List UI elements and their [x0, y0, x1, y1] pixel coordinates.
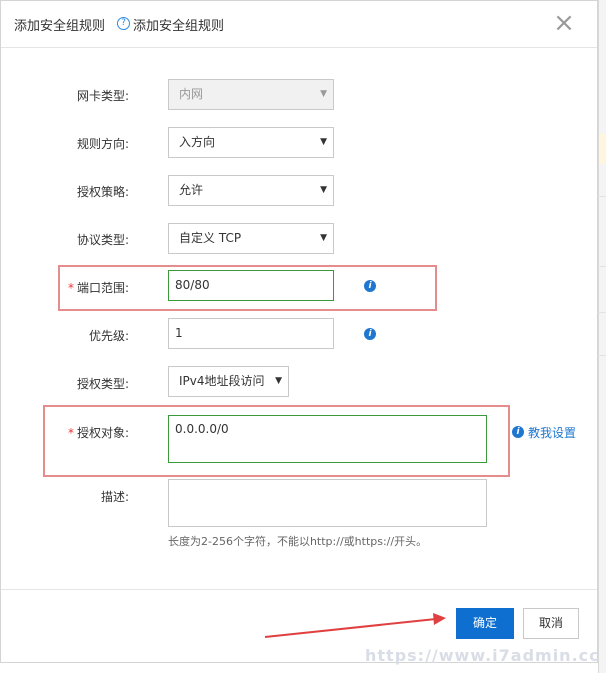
watermark: https://www.i7admin.cc: [365, 646, 600, 665]
annotation-arrow: [264, 613, 446, 638]
